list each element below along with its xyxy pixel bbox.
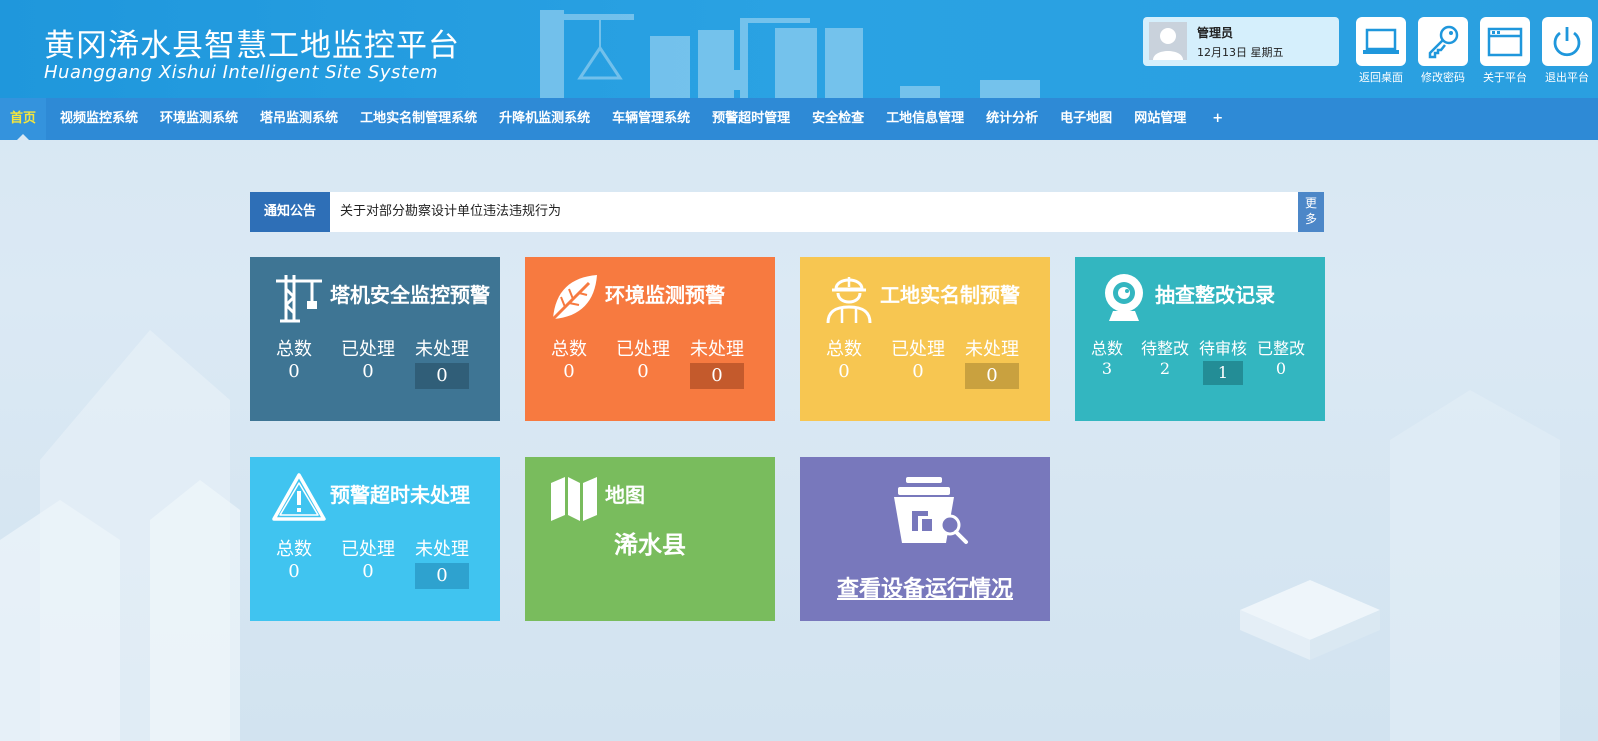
change-password-button[interactable]: 修改密码 xyxy=(1418,17,1468,85)
stat-label: 已处理 xyxy=(616,339,670,360)
nav-item-safety-check[interactable]: 安全检查 xyxy=(802,98,874,140)
logout-button[interactable]: 退出平台 xyxy=(1542,17,1592,85)
stat-label: 未处理 xyxy=(965,339,1019,360)
window-icon xyxy=(1487,27,1523,56)
stat-label: 总数 xyxy=(276,339,312,360)
stat-label: 已处理 xyxy=(341,539,395,560)
power-icon xyxy=(1553,26,1581,56)
about-platform-button[interactable]: 关于平台 xyxy=(1480,17,1530,85)
back-to-desktop-button[interactable]: 返回桌面 xyxy=(1356,17,1406,85)
app-header: 黄冈浠水县智慧工地监控平台 Huanggang Xishui Intellige… xyxy=(0,0,1598,98)
stat-value: 0 xyxy=(288,561,300,582)
stat-value-highlight: 0 xyxy=(415,363,469,389)
nav-item-more[interactable]: + xyxy=(1202,98,1233,140)
nav-item-elevator[interactable]: 升降机监测系统 xyxy=(489,98,600,140)
app-title: 黄冈浠水县智慧工地监控平台 xyxy=(44,28,460,64)
card-title: 塔机安全监控预警 xyxy=(330,283,490,307)
stat-value: 0 xyxy=(362,361,374,382)
stat-value-highlight: 0 xyxy=(415,563,469,589)
app-subtitle: Huanggang Xishui Intelligent Site System xyxy=(44,62,439,83)
skyline-decoration xyxy=(540,10,1040,98)
nav-item-site-info[interactable]: 工地信息管理 xyxy=(876,98,974,140)
avatar xyxy=(1149,22,1187,60)
stat-label: 总数 xyxy=(826,339,862,360)
logout-label: 退出平台 xyxy=(1545,71,1589,84)
notice-tag: 通知公告 xyxy=(250,192,330,232)
map-region-label: 浠水县 xyxy=(614,531,686,559)
key-icon xyxy=(1428,25,1459,58)
tower-crane-warning-card[interactable]: 塔机安全监控预警 总数 0 已处理 0 未处理 0 xyxy=(250,257,500,421)
user-info: 管理员 12月13日 星期五 xyxy=(1143,17,1339,66)
stat-label: 已处理 xyxy=(891,339,945,360)
stat-value: 3 xyxy=(1101,359,1113,378)
timeout-warning-card[interactable]: 预警超时未处理 总数 0 已处理 0 未处理 0 xyxy=(250,457,500,621)
nav-item-video[interactable]: 视频监控系统 xyxy=(50,98,148,140)
stat-label: 未处理 xyxy=(415,539,469,560)
card-title: 环境监测预警 xyxy=(605,283,725,307)
main-nav: 首页 视频监控系统 环境监测系统 塔吊监测系统 工地实名制管理系统 升降机监测系… xyxy=(0,98,1598,140)
stat-label: 待整改 xyxy=(1140,339,1189,358)
nav-item-environment[interactable]: 环境监测系统 xyxy=(150,98,248,140)
worker-icon xyxy=(826,277,872,324)
nav-item-map[interactable]: 电子地图 xyxy=(1050,98,1122,140)
stat-value-highlight: 0 xyxy=(965,363,1019,389)
map-card[interactable]: 地图 浠水县 xyxy=(525,457,775,621)
stat-label: 待审核 xyxy=(1198,339,1247,358)
leaf-icon xyxy=(551,275,597,321)
card-title: 预警超时未处理 xyxy=(330,483,470,507)
device-search-icon xyxy=(894,477,968,544)
monitor-icon xyxy=(1363,28,1399,54)
stat-value: 0 xyxy=(563,361,575,382)
nav-item-tower-crane[interactable]: 塔吊监测系统 xyxy=(250,98,348,140)
stat-value: 2 xyxy=(1159,359,1171,378)
map-icon xyxy=(551,477,597,521)
stat-value-highlight: 0 xyxy=(690,363,744,389)
stat-value: 0 xyxy=(1275,359,1287,378)
card-title: 工地实名制预警 xyxy=(880,283,1020,307)
nav-item-realname[interactable]: 工地实名制管理系统 xyxy=(350,98,487,140)
stat-label: 未处理 xyxy=(415,339,469,360)
stat-label: 总数 xyxy=(1090,339,1123,358)
user-name: 管理员 xyxy=(1197,26,1234,40)
stat-label: 总数 xyxy=(551,339,587,360)
nav-item-vehicle[interactable]: 车辆管理系统 xyxy=(602,98,700,140)
stat-label: 未处理 xyxy=(690,339,744,360)
stat-label: 已整改 xyxy=(1256,339,1305,358)
realname-warning-card[interactable]: 工地实名制预警 总数 0 已处理 0 未处理 0 xyxy=(800,257,1050,421)
device-status-card[interactable]: 查看设备运行情况 xyxy=(800,457,1050,621)
about-platform-label: 关于平台 xyxy=(1483,71,1527,84)
device-status-link[interactable]: 查看设备运行情况 xyxy=(800,571,1050,603)
camera-icon xyxy=(1105,274,1143,321)
warning-icon xyxy=(272,473,326,521)
card-title: 抽查整改记录 xyxy=(1155,283,1275,307)
back-to-desktop-label: 返回桌面 xyxy=(1359,71,1403,84)
stat-value-highlight: 1 xyxy=(1203,361,1243,385)
environment-warning-card[interactable]: 环境监测预警 总数 0 已处理 0 未处理 0 xyxy=(525,257,775,421)
notice-more-button[interactable]: 更多 xyxy=(1298,192,1324,232)
nav-item-website[interactable]: 网站管理 xyxy=(1124,98,1196,140)
nav-item-alert-timeout[interactable]: 预警超时管理 xyxy=(702,98,800,140)
stat-value: 0 xyxy=(912,361,924,382)
stat-value: 0 xyxy=(288,361,300,382)
stat-value: 0 xyxy=(362,561,374,582)
stat-value: 0 xyxy=(838,361,850,382)
notice-text[interactable]: 关于对部分勘察设计单位违法违规行为 xyxy=(340,192,561,232)
stat-label: 已处理 xyxy=(341,339,395,360)
stat-label: 总数 xyxy=(276,539,312,560)
nav-item-statistics[interactable]: 统计分析 xyxy=(976,98,1048,140)
card-title: 地图 xyxy=(605,483,645,507)
current-date: 12月13日 星期五 xyxy=(1197,46,1284,59)
tower-crane-icon xyxy=(276,275,322,323)
inspection-record-card[interactable]: 抽查整改记录 总数 3 待整改 2 待审核 1 已整改 0 xyxy=(1075,257,1325,421)
notice-bar: 通知公告 关于对部分勘察设计单位违法违规行为 更多 xyxy=(250,192,1324,232)
nav-item-home[interactable]: 首页 xyxy=(0,98,47,140)
user-avatar-icon xyxy=(1153,28,1183,60)
stat-value: 0 xyxy=(637,361,649,382)
change-password-label: 修改密码 xyxy=(1421,71,1465,84)
